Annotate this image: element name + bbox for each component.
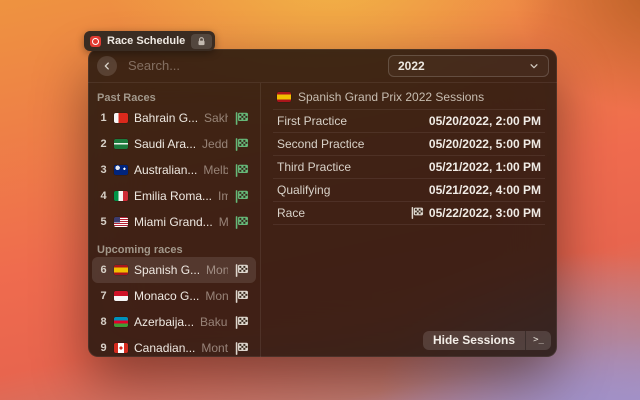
session-row: First Practice 05/20/2022, 2:00 PM (273, 110, 545, 133)
chevron-down-icon (529, 61, 539, 71)
hide-sessions-button[interactable]: Hide Sessions >_ (423, 331, 551, 350)
terminal-prompt-icon[interactable]: >_ (526, 331, 551, 350)
section-title: Past Races (97, 91, 251, 105)
race-list: Past Races 1 Bahrain G... Sakhir, Bahr... 2… (88, 83, 260, 357)
year-dropdown-value: 2022 (398, 59, 425, 73)
session-label: Qualifying (277, 183, 330, 197)
race-row[interactable]: 9 Canadian... Montreal, C... (92, 335, 256, 357)
session-datetime: 05/20/2022, 5:00 PM (429, 137, 541, 151)
race-schedule-window: 2022 Past Races 1 Bahrain G... Sakhir, Bahr… (88, 49, 557, 357)
race-name: Azerbaija... (134, 315, 194, 329)
checkered-flag-icon (234, 263, 249, 278)
f1-app-icon (90, 36, 101, 47)
session-label: Second Practice (277, 137, 364, 151)
race-index: 4 (99, 190, 108, 202)
saudi-arabia-flag-icon (114, 139, 128, 149)
spain-flag-icon (277, 92, 291, 102)
session-row: Third Practice 05/21/2022, 1:00 PM (273, 156, 545, 179)
race-location: Monte-Carl... (205, 289, 228, 303)
race-row[interactable]: 3 Australian... Melbourne,... (92, 157, 256, 183)
canada-flag-icon (114, 343, 128, 353)
race-location: Baku, Azerb... (200, 315, 228, 329)
checkered-flag-icon (234, 163, 249, 178)
session-datetime: 05/22/2022, 3:00 PM (410, 206, 541, 220)
session-datetime: 05/21/2022, 1:00 PM (429, 160, 541, 174)
usa-flag-icon (114, 217, 128, 227)
spain-flag-icon (114, 265, 128, 275)
command-tag-label: Race Schedule (107, 35, 185, 47)
race-row[interactable]: 5 Miami Grand... Miami, USA (92, 209, 256, 235)
chevron-left-icon (102, 61, 112, 71)
race-name: Canadian... (134, 341, 195, 355)
section-title: Upcoming races (97, 243, 251, 257)
sessions-table: First Practice 05/20/2022, 2:00 PM Second … (273, 110, 545, 225)
checkered-flag-icon (234, 341, 249, 356)
race-name: Australian... (134, 163, 197, 177)
race-row[interactable]: 1 Bahrain G... Sakhir, Bahr... (92, 105, 256, 131)
back-button[interactable] (97, 56, 117, 76)
checkered-flag-icon (234, 189, 249, 204)
race-name: Saudi Ara... (134, 137, 196, 151)
race-name: Emilia Roma... (134, 189, 212, 203)
checkered-flag-icon (234, 137, 249, 152)
race-row[interactable]: 2 Saudi Ara... Jeddah, Sa... (92, 131, 256, 157)
race-index: 7 (99, 290, 108, 302)
race-location: Miami, USA (219, 215, 228, 229)
checkered-flag-icon (234, 111, 249, 126)
session-row: Second Practice 05/20/2022, 5:00 PM (273, 133, 545, 156)
bahrain-flag-icon (114, 113, 128, 123)
race-location: Montmeló,... (206, 263, 228, 277)
checkered-flag-icon (234, 315, 249, 330)
race-location: Jeddah, Sa... (202, 137, 228, 151)
race-index: 3 (99, 164, 108, 176)
lock-icon (191, 34, 212, 49)
checkered-flag-icon (234, 289, 249, 304)
race-index: 2 (99, 138, 108, 150)
search-input[interactable] (126, 57, 388, 74)
race-name: Miami Grand... (134, 215, 213, 229)
checkered-flag-icon (234, 215, 249, 230)
italy-flag-icon (114, 191, 128, 201)
race-index: 6 (99, 264, 108, 276)
search-bar: 2022 (88, 49, 557, 83)
race-index: 5 (99, 216, 108, 228)
session-datetime: 05/20/2022, 2:00 PM (429, 114, 541, 128)
race-row[interactable]: 8 Azerbaija... Baku, Azerb... (92, 309, 256, 335)
race-name: Spanish G... (134, 263, 200, 277)
race-index: 9 (99, 342, 108, 354)
race-index: 8 (99, 316, 108, 328)
window-content: Past Races 1 Bahrain G... Sakhir, Bahr... 2… (88, 83, 557, 357)
sessions-title: Spanish Grand Prix 2022 Sessions (298, 90, 484, 104)
checkered-flag-icon (410, 206, 424, 220)
session-label: Race (277, 206, 305, 220)
year-dropdown[interactable]: 2022 (388, 55, 549, 77)
race-row[interactable]: 6 Spanish G... Montmeló,... (92, 257, 256, 283)
session-datetime: 05/21/2022, 4:00 PM (429, 183, 541, 197)
race-index: 1 (99, 112, 108, 124)
session-label: Third Practice (277, 160, 351, 174)
race-row[interactable]: 4 Emilia Roma... Imola, Italy (92, 183, 256, 209)
race-location: Imola, Italy (218, 189, 228, 203)
monaco-flag-icon (114, 291, 128, 301)
sessions-header: Spanish Grand Prix 2022 Sessions (273, 83, 545, 110)
race-name: Monaco G... (134, 289, 199, 303)
session-label: First Practice (277, 114, 347, 128)
sessions-panel: Spanish Grand Prix 2022 Sessions First P… (260, 83, 557, 357)
race-location: Montreal, C... (201, 341, 228, 355)
hide-sessions-label: Hide Sessions (423, 331, 525, 350)
race-row[interactable]: 7 Monaco G... Monte-Carl... (92, 283, 256, 309)
race-name: Bahrain G... (134, 111, 198, 125)
session-row: Qualifying 05/21/2022, 4:00 PM (273, 179, 545, 202)
session-row: Race 05/22/2022, 3:00 PM (273, 202, 545, 225)
race-location: Sakhir, Bahr... (204, 111, 228, 125)
race-location: Melbourne,... (203, 163, 228, 177)
command-tag: Race Schedule (84, 31, 215, 51)
australia-flag-icon (114, 165, 128, 175)
azerbaijan-flag-icon (114, 317, 128, 327)
